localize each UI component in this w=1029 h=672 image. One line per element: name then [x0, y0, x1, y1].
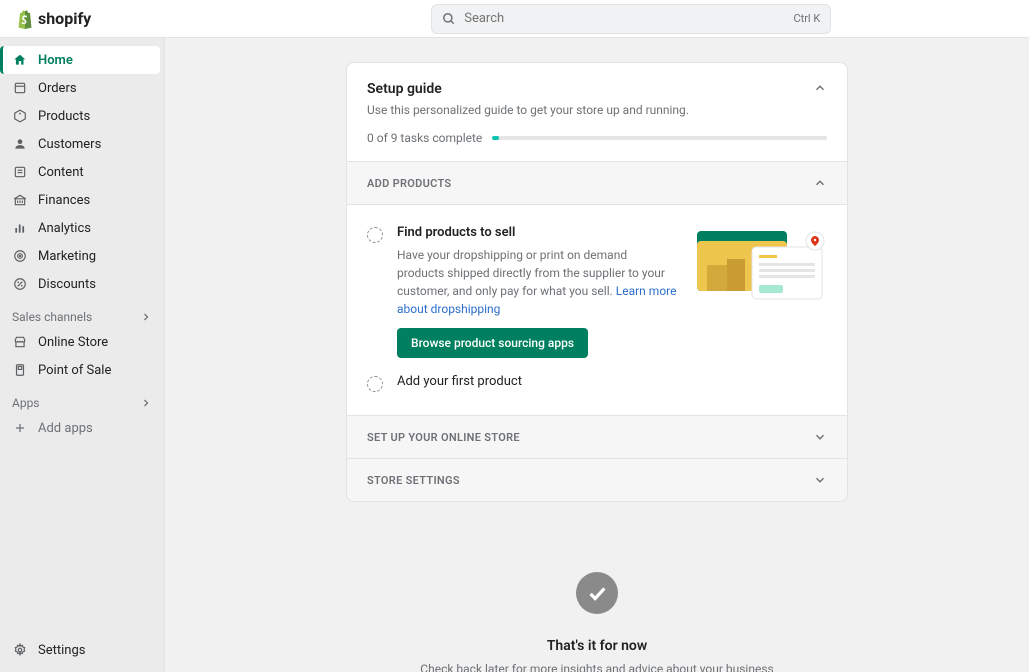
empty-subtitle: Check back later for more insights and a…: [420, 662, 773, 672]
nav-label: Discounts: [38, 277, 96, 292]
empty-state: That's it for now Check back later for m…: [420, 572, 773, 672]
nav-marketing[interactable]: Marketing: [0, 242, 164, 270]
nav-label: Online Store: [38, 335, 108, 350]
search-wrap: Ctrl K: [431, 4, 831, 34]
setup-title: Setup guide: [367, 81, 827, 97]
task-title: Add your first product: [397, 374, 827, 389]
topbar: shopify Ctrl K: [0, 0, 1029, 38]
progress-track: [492, 136, 827, 140]
task-illustration: [697, 225, 827, 305]
section-heading: ADD PRODUCTS: [367, 177, 451, 190]
chevron-up-icon: [813, 176, 827, 190]
search-field[interactable]: Ctrl K: [431, 4, 831, 34]
pos-icon: [12, 362, 28, 378]
nav-orders[interactable]: Orders: [0, 74, 164, 102]
main: Setup guide Use this personalized guide …: [165, 38, 1029, 672]
task-desc: Have your dropshipping or print on deman…: [397, 246, 677, 318]
nav-label: Orders: [38, 81, 77, 96]
nav-content[interactable]: Content: [0, 158, 164, 186]
apps-header[interactable]: Apps: [0, 384, 164, 414]
online-store-icon: [12, 334, 28, 350]
nav-label: Marketing: [38, 249, 96, 264]
nav-settings[interactable]: Settings: [0, 636, 164, 664]
shopify-logo-icon: [16, 9, 34, 29]
brand-text: shopify: [38, 9, 91, 28]
setup-guide-card: Setup guide Use this personalized guide …: [346, 62, 848, 502]
section-setup-store[interactable]: SET UP YOUR ONLINE STORE: [347, 415, 847, 458]
setup-header: Setup guide Use this personalized guide …: [347, 63, 847, 131]
nav-label: Finances: [38, 193, 90, 208]
task-find-products[interactable]: Find products to sell Have your dropship…: [367, 217, 827, 366]
finances-icon: [12, 192, 28, 208]
section-label: Apps: [12, 396, 40, 410]
chevron-down-icon: [813, 473, 827, 487]
customers-icon: [12, 136, 28, 152]
logo[interactable]: shopify: [16, 9, 91, 29]
search-input[interactable]: [464, 11, 785, 26]
nav-label: Add apps: [38, 421, 93, 436]
chevron-down-icon: [813, 430, 827, 444]
empty-title: That's it for now: [420, 638, 773, 654]
chevron-right-icon: [140, 397, 152, 409]
search-icon: [442, 12, 456, 26]
chevron-right-icon: [140, 311, 152, 323]
section-store-settings[interactable]: STORE SETTINGS: [347, 458, 847, 501]
progress-text: 0 of 9 tasks complete: [367, 131, 482, 145]
analytics-icon: [12, 220, 28, 236]
search-shortcut: Ctrl K: [793, 12, 820, 25]
nav-label: Home: [38, 53, 73, 68]
nav-pos[interactable]: Point of Sale: [0, 356, 164, 384]
section-add-products[interactable]: ADD PRODUCTS: [347, 161, 847, 204]
sales-channels-header[interactable]: Sales channels: [0, 298, 164, 328]
section-heading: SET UP YOUR ONLINE STORE: [367, 431, 520, 444]
nav-label: Content: [38, 165, 84, 180]
nav-analytics[interactable]: Analytics: [0, 214, 164, 242]
progress-row: 0 of 9 tasks complete: [347, 131, 847, 161]
collapse-setup-button[interactable]: [813, 81, 827, 99]
plus-icon: [12, 420, 28, 436]
nav-discounts[interactable]: Discounts: [0, 270, 164, 298]
products-icon: [12, 108, 28, 124]
task-checkbox[interactable]: [367, 376, 383, 392]
nav-customers[interactable]: Customers: [0, 130, 164, 158]
task-title: Find products to sell: [397, 225, 683, 240]
orders-icon: [12, 80, 28, 96]
content-icon: [12, 164, 28, 180]
nav-label: Point of Sale: [38, 363, 111, 378]
sidebar: Home Orders Products Customers Content F…: [0, 38, 165, 672]
setup-subtitle: Use this personalized guide to get your …: [367, 103, 827, 117]
marketing-icon: [12, 248, 28, 264]
nav-label: Customers: [38, 137, 101, 152]
home-icon: [12, 52, 28, 68]
nav-online-store[interactable]: Online Store: [0, 328, 164, 356]
empty-check-icon: [576, 572, 618, 614]
section-heading: STORE SETTINGS: [367, 474, 460, 487]
nav-label: Analytics: [38, 221, 91, 236]
discounts-icon: [12, 276, 28, 292]
gear-icon: [12, 642, 28, 658]
nav-label: Products: [38, 109, 90, 124]
nav-add-apps[interactable]: Add apps: [0, 414, 164, 442]
browse-apps-button[interactable]: Browse product sourcing apps: [397, 328, 588, 358]
nav-label: Settings: [38, 643, 85, 658]
nav-products[interactable]: Products: [0, 102, 164, 130]
chevron-up-icon: [813, 81, 827, 95]
task-checkbox[interactable]: [367, 227, 383, 243]
section-label: Sales channels: [12, 310, 92, 324]
task-add-first-product[interactable]: Add your first product: [367, 366, 827, 403]
progress-fill: [492, 136, 499, 140]
nav-finances[interactable]: Finances: [0, 186, 164, 214]
nav-home[interactable]: Home: [0, 46, 160, 74]
task-list: Find products to sell Have your dropship…: [347, 204, 847, 415]
